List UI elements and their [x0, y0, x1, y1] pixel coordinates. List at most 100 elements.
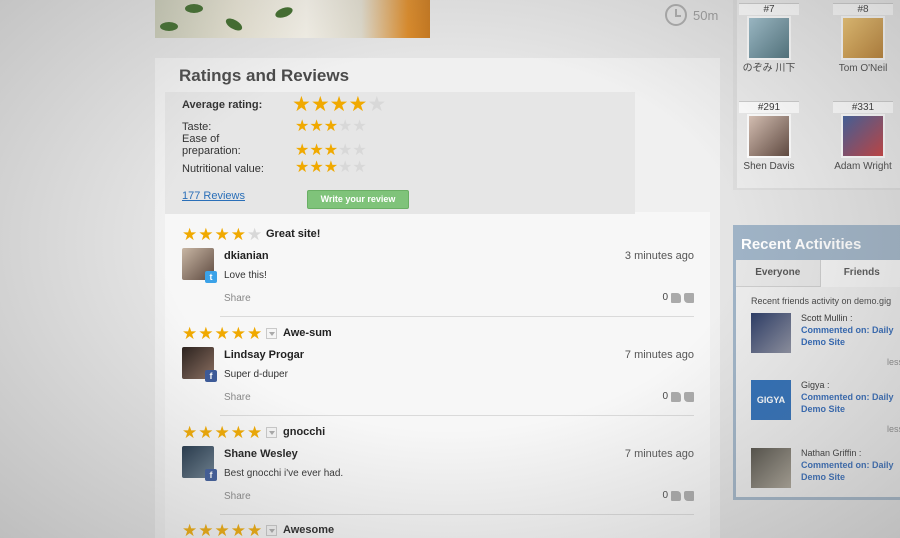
recent-activities: Recent Activities Everyone Friends Recen… — [733, 225, 900, 500]
less-link[interactable]: less — [887, 357, 900, 367]
star-empty-icon: ★ — [352, 142, 367, 159]
star-filled-icon: ★ — [198, 225, 214, 244]
activity-link[interactable]: Commented on: Daily Demo Site — [801, 459, 894, 483]
ease-label: Ease of preparation: — [182, 133, 241, 157]
review-title: Great site! — [266, 228, 321, 240]
leaderboard-rank: #331 — [833, 101, 893, 113]
activity-avatar[interactable] — [751, 448, 791, 488]
thumbs-up-icon[interactable] — [671, 490, 681, 501]
facebook-icon: f — [205, 469, 217, 481]
chevron-down-icon[interactable] — [266, 328, 278, 339]
leaderboard-name: Tom O'Neil — [838, 63, 888, 74]
spinach-leaf — [274, 5, 294, 20]
spinach-leaf — [223, 16, 245, 33]
share-link[interactable]: Share — [224, 293, 251, 304]
star-filled-icon: ★ — [230, 225, 246, 244]
write-review-button[interactable]: Write your review — [307, 190, 409, 209]
star-filled-icon: ★ — [198, 324, 214, 343]
star-filled-icon: ★ — [214, 225, 230, 244]
leaderboard-rank: #8 — [833, 3, 893, 15]
review-author[interactable]: dkianian — [224, 250, 269, 262]
thumbs-down-icon[interactable] — [684, 490, 694, 501]
review-stars: ★ ★ ★ ★ ★ — [182, 226, 263, 243]
star-filled-icon: ★ — [310, 93, 330, 116]
thumbs-down-icon[interactable] — [684, 391, 694, 402]
spinach-leaf — [185, 4, 203, 13]
review-time: 7 minutes ago — [624, 448, 694, 460]
share-link[interactable]: Share — [224, 491, 251, 502]
vote-count: 0 — [662, 292, 668, 303]
star-filled-icon: ★ — [214, 423, 230, 442]
review-author[interactable]: Lindsay Progar — [224, 349, 304, 361]
star-filled-icon: ★ — [309, 159, 324, 176]
activity-link[interactable]: Commented on: Daily Demo Site — [801, 324, 894, 348]
star-empty-icon: ★ — [352, 159, 367, 176]
divider — [220, 514, 694, 515]
review-title: Awe-sum — [283, 327, 332, 339]
nutrition-stars: ★ ★ ★ ★ ★ — [295, 160, 367, 176]
thumbs-up-icon[interactable] — [671, 292, 681, 303]
star-filled-icon: ★ — [198, 521, 214, 538]
vote-count: 0 — [662, 391, 668, 402]
star-filled-icon: ★ — [323, 142, 339, 159]
star-filled-icon: ★ — [247, 423, 263, 442]
chevron-down-icon[interactable] — [266, 427, 278, 438]
star-filled-icon: ★ — [230, 423, 246, 442]
taste-stars: ★ ★ ★ ★ ★ — [295, 119, 367, 135]
star-filled-icon: ★ — [329, 93, 349, 116]
vote-count: 0 — [662, 490, 668, 501]
thumbs-down-icon[interactable] — [684, 292, 694, 303]
review-text: Super d-duper — [224, 369, 288, 380]
review-text: Best gnocchi i've ever had. — [224, 468, 344, 479]
review-stars: ★ ★ ★ ★ ★ — [182, 423, 278, 442]
tab-everyone[interactable]: Everyone — [736, 260, 820, 287]
review-text: Love this! — [224, 270, 267, 281]
tab-friends[interactable]: Friends — [819, 260, 900, 287]
recipe-image — [155, 0, 430, 38]
activity-user: Nathan Griffin : — [801, 448, 862, 458]
divider — [220, 316, 694, 317]
star-empty-icon: ★ — [352, 118, 367, 135]
gigya-logo[interactable]: GIGYA — [751, 380, 791, 420]
vote-controls: 0 — [662, 391, 694, 402]
star-empty-icon: ★ — [367, 93, 387, 116]
chevron-down-icon[interactable] — [266, 525, 278, 536]
review-time: 7 minutes ago — [624, 349, 694, 361]
review-stars: ★ ★ ★ ★ ★ — [182, 324, 278, 343]
divider — [220, 415, 694, 416]
leaderboard-name: Adam Wright — [834, 161, 892, 172]
clock-icon — [665, 4, 687, 26]
activity-avatar[interactable] — [751, 313, 791, 353]
cook-time-value: 50m — [693, 7, 719, 23]
twitter-icon: t — [205, 271, 217, 283]
share-link[interactable]: Share — [224, 392, 251, 403]
star-filled-icon: ★ — [309, 118, 324, 135]
star-filled-icon: ★ — [247, 324, 263, 343]
star-filled-icon: ★ — [230, 324, 246, 343]
review-author[interactable]: Shane Wesley — [224, 448, 298, 460]
thumbs-up-icon[interactable] — [671, 391, 681, 402]
leaderboard-user[interactable]: #291 Shen Davis — [739, 101, 799, 173]
star-filled-icon: ★ — [323, 159, 339, 176]
less-link[interactable]: less — [887, 424, 900, 434]
reviews-count-link[interactable]: 177 Reviews — [182, 190, 245, 202]
review-stars: ★ ★ ★ ★ ★ — [182, 521, 278, 538]
activities-title: Recent Activities — [736, 228, 900, 260]
taste-label: Taste: — [182, 121, 212, 133]
ease-stars: ★ ★ ★ ★ ★ — [295, 143, 367, 159]
review-title: Awesome — [283, 524, 335, 536]
leaderboard-rank: #7 — [739, 3, 799, 15]
star-filled-icon: ★ — [295, 142, 310, 159]
leaderboard-user[interactable]: #331 Adam Wright — [833, 101, 893, 173]
review-title: gnocchi — [283, 426, 326, 438]
leaderboard-user[interactable]: #8 Tom O'Neil — [833, 3, 893, 75]
activity-link[interactable]: Commented on: Daily Demo Site — [801, 391, 894, 415]
vote-controls: 0 — [662, 490, 694, 501]
star-filled-icon: ★ — [295, 159, 310, 176]
star-filled-icon: ★ — [323, 118, 339, 135]
star-filled-icon: ★ — [182, 521, 198, 538]
star-filled-icon: ★ — [230, 521, 246, 538]
activity-user: Scott Mullin : — [801, 313, 853, 323]
leaderboard-user[interactable]: #7 のぞみ 川下 — [739, 3, 799, 75]
star-filled-icon: ★ — [247, 521, 263, 538]
